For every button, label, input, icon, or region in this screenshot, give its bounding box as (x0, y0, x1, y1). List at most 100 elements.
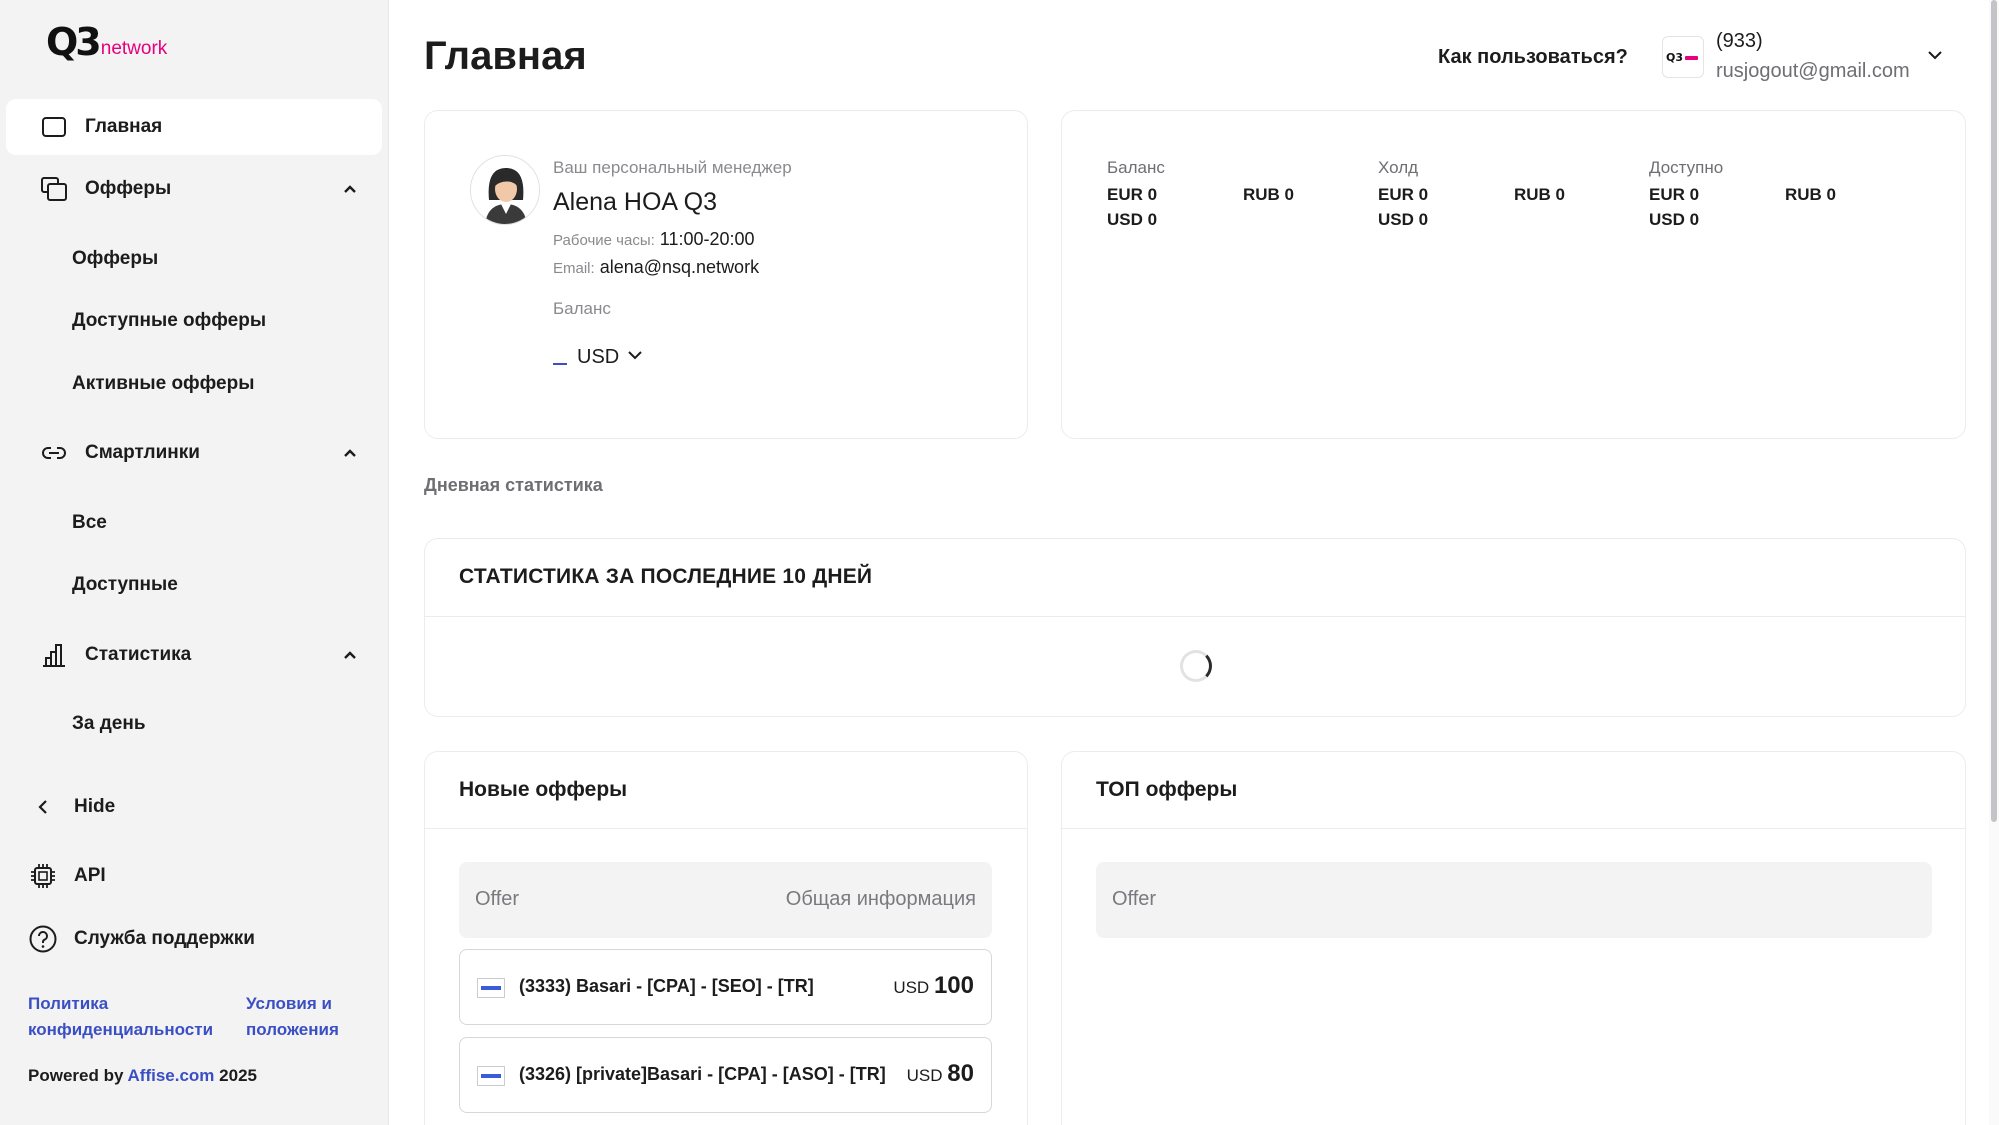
available-title: Доступно (1649, 158, 1724, 177)
chevron-left-icon (28, 792, 58, 822)
terms-link-line-2: положения (246, 1020, 339, 1039)
available-rub-column: RUB 0 (1785, 158, 1836, 207)
available-rub: RUB 0 (1785, 185, 1837, 204)
balance-eur: EUR 0 (1107, 185, 1158, 204)
new-offers-title: Новые офферы (459, 778, 628, 801)
offer-currency: USD (893, 978, 930, 997)
hold-rub: RUB 0 (1514, 185, 1566, 204)
help-circle-icon (28, 924, 58, 954)
support-label: Служба поддержки (74, 928, 255, 949)
chevron-up-icon (344, 651, 356, 659)
sidebar-item-home[interactable]: Главная (6, 99, 382, 155)
powered-by: Powered by Affise.com 2025 (28, 1066, 257, 1086)
brand-logo[interactable]: Q3 network (46, 22, 167, 62)
stats-10-days-title: СТАТИСТИКА ЗА ПОСЛЕДНИЕ 10 ДНЕЙ (459, 565, 873, 588)
terms-link[interactable]: Условия и положения (246, 991, 339, 1043)
privacy-link-line-2: конфиденциальности (28, 1020, 214, 1039)
manager-hours-value: 11:00-20:00 (659, 229, 755, 249)
balance-column: Баланс EUR 0 USD 0 (1107, 158, 1165, 232)
sidebar-item-support[interactable]: Служба поддержки (28, 921, 255, 957)
offers-icon (40, 175, 68, 203)
sidebar-item-smartlinks[interactable]: Смартлинки (6, 425, 382, 481)
balance-rub-column: RUB 0 (1243, 158, 1294, 207)
sidebar-subitem-active-offers[interactable]: Активные офферы (72, 369, 254, 399)
logo-mark: Q3 (46, 20, 102, 64)
user-menu-chevron-down-icon[interactable] (1924, 44, 1946, 66)
column-header-info: Общая информация (785, 888, 976, 910)
chevron-down-icon (628, 350, 642, 359)
sidebar-subitem-offers[interactable]: Офферы (72, 244, 158, 274)
link-icon (40, 439, 68, 467)
sidebar-subitem-daily[interactable]: За день (72, 709, 146, 739)
new-offers-divider (425, 828, 1027, 829)
manager-hours: Рабочие часы: 11:00-20:00 (553, 229, 755, 250)
stats-divider (425, 616, 1965, 617)
sidebar-item-offers[interactable]: Офферы (6, 161, 382, 217)
scrollbar-thumb[interactable] (1991, 0, 1997, 822)
user-avatar[interactable]: Q3 (1662, 36, 1704, 78)
page-scrollbar[interactable] (1989, 0, 1999, 1125)
terms-link-line-1: Условия и (246, 994, 332, 1013)
currency-value: USD (577, 346, 620, 368)
sidebar-item-label: Смартлинки (85, 442, 200, 463)
brand-logo-small-icon: Q3 (1666, 51, 1698, 64)
how-to-use-link[interactable]: Как пользоваться? (1438, 46, 1628, 69)
logo-suffix: network (100, 38, 168, 59)
currency-dash (553, 362, 567, 365)
hide-sidebar-button[interactable]: Hide (28, 789, 115, 825)
offer-row[interactable]: (3326) [private]Basari - [CPA] - [ASO] -… (459, 1037, 992, 1113)
offer-name: (3333) Basari - [CPA] - [SEO] - [TR] (519, 976, 814, 996)
manager-name: Alena HOA Q3 (553, 188, 717, 216)
user-email: rusjogout@gmail.com (1716, 60, 1910, 82)
sidebar-item-label: Главная (85, 116, 163, 137)
hold-usd: USD 0 (1378, 210, 1429, 229)
privacy-link-line-1: Политика (28, 994, 109, 1013)
column-header-offer: Offer (475, 888, 520, 910)
bar-chart-icon (40, 641, 68, 669)
loading-spinner-icon (1180, 650, 1212, 682)
sidebar-item-api[interactable]: API (28, 858, 106, 894)
hold-title: Холд (1378, 158, 1419, 177)
balance-usd: USD 0 (1107, 210, 1158, 229)
chevron-up-icon (344, 185, 356, 193)
top-offers-table-header: Offer (1096, 862, 1932, 938)
offer-name: (3326) [private]Basari - [CPA] - [ASO] -… (519, 1064, 886, 1084)
sidebar-subitem-available[interactable]: Доступные (72, 570, 178, 600)
sidebar-subitem-all[interactable]: Все (72, 508, 107, 538)
offer-amount: 100 (933, 972, 974, 999)
manager-caption: Ваш персональный менеджер (553, 158, 792, 177)
manager-hours-key: Рабочие часы: (553, 232, 655, 249)
svg-text:Q3: Q3 (1666, 51, 1683, 64)
manager-email-key: Email: (553, 260, 595, 277)
powered-prefix: Powered by (28, 1066, 124, 1085)
manager-email-value[interactable]: alena@nsq.network (600, 257, 759, 277)
flag-icon (477, 1066, 505, 1086)
top-offers-card (1061, 751, 1966, 1125)
hold-rub-column: RUB 0 (1514, 158, 1565, 207)
user-id: (933) (1716, 30, 1763, 52)
home-icon (40, 113, 68, 141)
balance-title: Баланс (1107, 158, 1165, 177)
manager-email: Email: alena@nsq.network (553, 257, 759, 278)
affise-link[interactable]: Affise.com (128, 1066, 215, 1085)
powered-year: 2025 (219, 1066, 257, 1085)
offer-amount: 80 (947, 1060, 974, 1087)
column-header-offer: Offer (1112, 888, 1157, 910)
offer-row[interactable]: (3333) Basari - [CPA] - [SEO] - [TR] USD… (459, 949, 992, 1025)
manager-avatar (470, 155, 540, 225)
offer-payout: USD 100 (893, 972, 974, 1000)
sidebar-item-label: Офферы (85, 178, 172, 199)
available-column: Доступно EUR 0 USD 0 (1649, 158, 1723, 232)
daily-stats-label: Дневная статистика (424, 475, 603, 495)
manager-balance-label: Баланс (553, 299, 611, 318)
sidebar-item-statistics[interactable]: Статистика (6, 627, 382, 683)
hide-label: Hide (74, 796, 116, 817)
available-eur: EUR 0 (1649, 185, 1700, 204)
sidebar: Q3 network Главная Офферы Офферы Доступн… (0, 0, 389, 1125)
offer-payout: USD 80 (907, 1060, 974, 1088)
offer-currency: USD (906, 1066, 943, 1085)
api-label: API (74, 865, 106, 886)
currency-select[interactable]: USD (553, 346, 645, 369)
sidebar-subitem-available-offers[interactable]: Доступные офферы (72, 306, 266, 336)
privacy-policy-link[interactable]: Политика конфиденциальности (28, 991, 213, 1043)
